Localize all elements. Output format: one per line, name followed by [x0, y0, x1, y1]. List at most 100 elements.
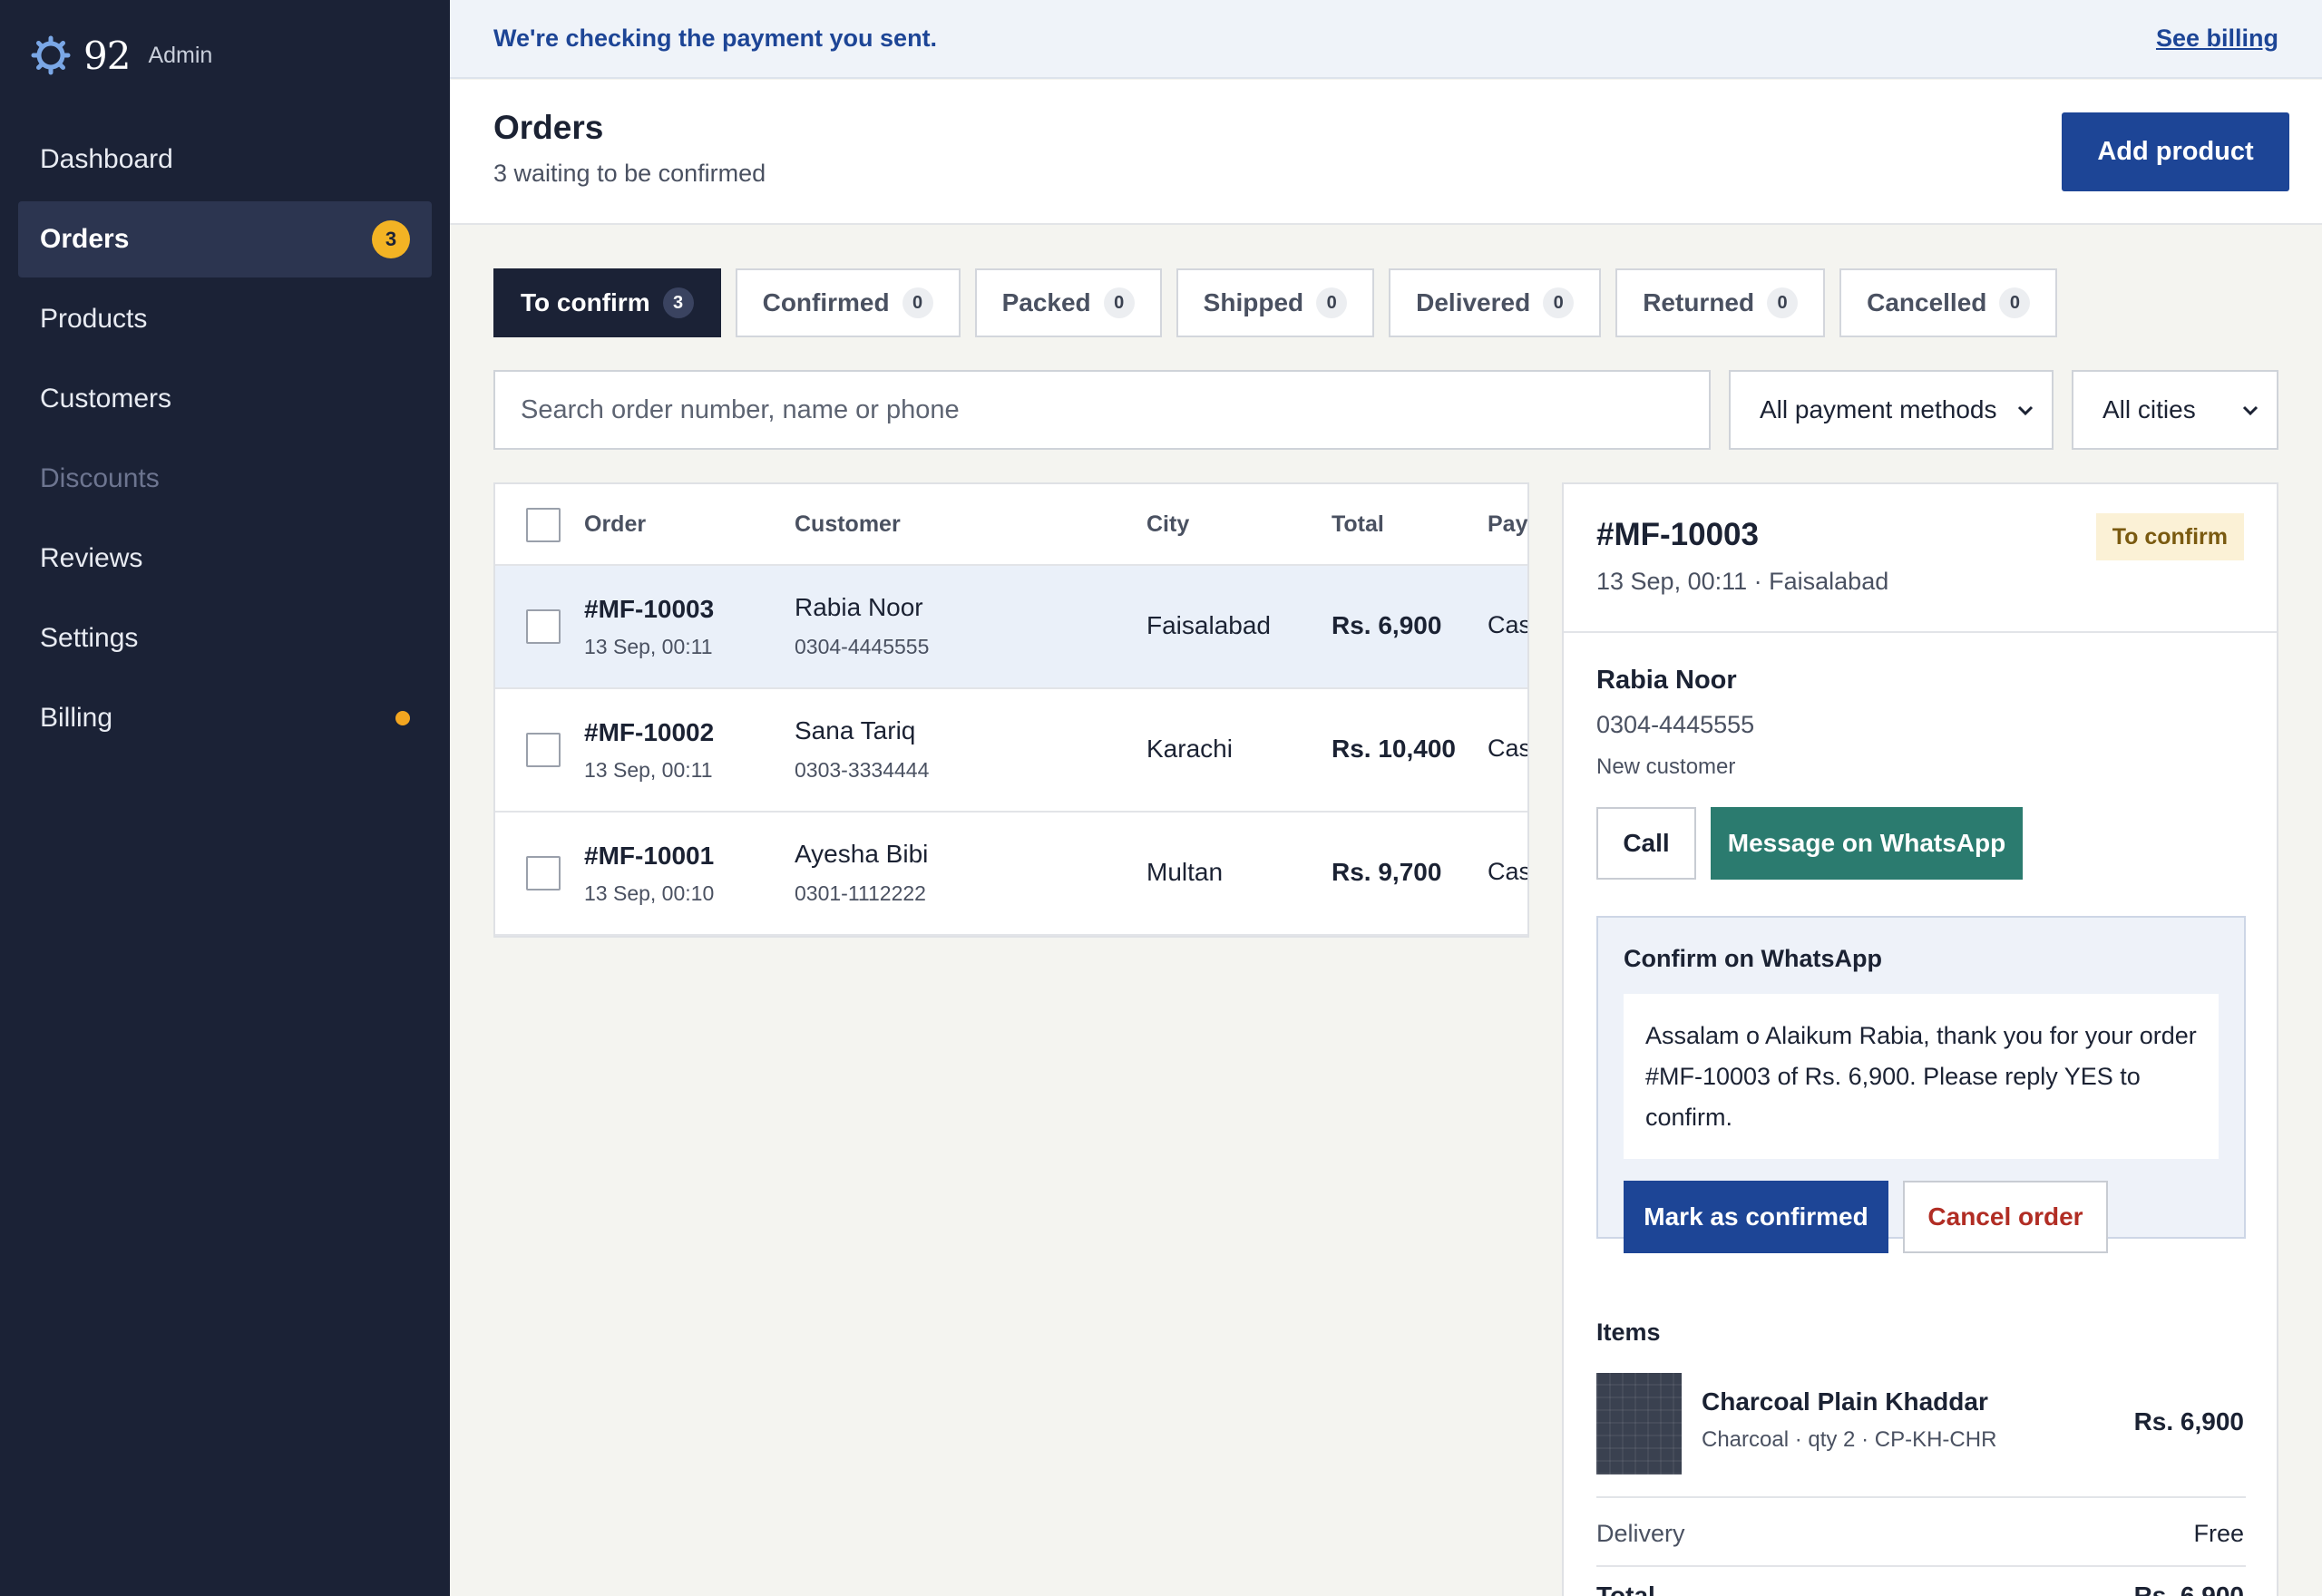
tab-returned[interactable]: Returned 0 — [1615, 268, 1826, 337]
items-title: Items — [1596, 1319, 1661, 1346]
city-select[interactable]: All cities — [2072, 370, 2278, 450]
tab-packed[interactable]: Packed 0 — [974, 268, 1162, 337]
item-price: Rs. 6,900 — [2133, 1407, 2244, 1435]
billing-alert-dot — [395, 711, 410, 725]
tab-count: 0 — [1316, 287, 1348, 318]
detail-order-number: #MF-10003 — [1596, 517, 1759, 552]
column-header-city[interactable]: City — [1146, 511, 1189, 538]
customer-phone: 0304-4445555 — [795, 635, 930, 658]
orders-count-badge: 3 — [372, 220, 410, 258]
orders-table: Order Customer City Total Payment #MF-10… — [493, 482, 1529, 938]
tab-to-confirm[interactable]: To confirm 3 — [493, 268, 721, 337]
tab-cancelled[interactable]: Cancelled 0 — [1839, 268, 2058, 337]
order-city: Multan — [1146, 858, 1224, 886]
tab-label: Cancelled — [1867, 288, 1987, 316]
city-value: All cities — [2102, 395, 2196, 423]
sidebar-item-label: Discounts — [40, 463, 160, 493]
order-date: 13 Sep, 00:10 — [584, 881, 715, 905]
tab-label: Delivered — [1416, 288, 1531, 316]
item-meta: Charcoal · qty 2 · CP-KH-CHR — [1702, 1427, 1997, 1452]
tab-shipped[interactable]: Shipped 0 — [1176, 268, 1375, 337]
sidebar-item-label: Products — [40, 304, 148, 334]
column-header-payment[interactable]: Payment — [1488, 511, 1527, 538]
column-header-customer[interactable]: Customer — [795, 511, 901, 538]
total-label: Total — [1596, 1581, 1655, 1596]
sidebar-nav: Dashboard Orders 3 Products Customers Di… — [18, 122, 432, 760]
row-checkbox[interactable] — [526, 609, 561, 644]
tab-count: 0 — [902, 287, 933, 318]
sidebar-item-reviews[interactable]: Reviews — [18, 521, 432, 597]
sidebar-item-label: Reviews — [40, 543, 143, 573]
sidebar-item-label: Customers — [40, 384, 172, 414]
row-checkbox[interactable] — [526, 733, 561, 767]
order-status-tabs: To confirm 3 Confirmed 0 Packed 0 Shippe… — [493, 268, 2072, 337]
table-row[interactable]: #MF-10003 13 Sep, 00:11 Rabia Noor 0304-… — [495, 566, 1527, 689]
divider — [1596, 1496, 2246, 1498]
banner-text: We're checking the payment you sent. — [493, 24, 938, 52]
payment-method: Cash — [1488, 735, 1527, 762]
divider — [1596, 1565, 2246, 1567]
whatsapp-message-button[interactable]: Message on WhatsApp — [1711, 807, 2023, 880]
whatsapp-confirm-box: Confirm on WhatsApp Assalam o Alaikum Ra… — [1596, 916, 2246, 1253]
sidebar-item-orders[interactable]: Orders 3 — [18, 201, 432, 277]
brand[interactable]: 92 Admin — [31, 33, 212, 78]
order-detail-panel: #MF-10003 13 Sep, 00:11 · Faisalabad To … — [1562, 482, 2278, 1596]
cancel-order-button[interactable]: Cancel order — [1903, 1181, 2108, 1253]
row-checkbox[interactable] — [526, 856, 561, 890]
detail-customer-name: Rabia Noor — [1596, 666, 1737, 695]
whatsapp-message-text[interactable]: Assalam o Alaikum Rabia, thank you for y… — [1624, 994, 2219, 1159]
order-number: #MF-10003 — [584, 595, 715, 623]
order-total: Rs. 6,900 — [1332, 611, 1442, 639]
brand-subtitle: Admin — [148, 42, 213, 68]
payment-method-value: All payment methods — [1760, 395, 1997, 423]
total-value: Rs. 6,900 — [2133, 1581, 2244, 1596]
order-number: #MF-10002 — [584, 718, 715, 746]
tab-confirmed[interactable]: Confirmed 0 — [735, 268, 961, 337]
tab-count: 0 — [1103, 287, 1135, 318]
chevron-down-icon — [2242, 405, 2259, 416]
page-subtitle: 3 waiting to be confirmed — [493, 160, 766, 187]
mark-as-confirmed-button[interactable]: Mark as confirmed — [1624, 1181, 1888, 1253]
table-row[interactable]: #MF-10002 13 Sep, 00:11 Sana Tariq 0303-… — [495, 689, 1527, 813]
sidebar-item-label: Dashboard — [40, 144, 173, 174]
tab-delivered[interactable]: Delivered 0 — [1389, 268, 1602, 337]
order-city: Faisalabad — [1146, 611, 1271, 639]
sidebar-item-discounts: Discounts — [18, 441, 432, 517]
search-input[interactable] — [493, 370, 1711, 450]
item-name: Charcoal Plain Khaddar — [1702, 1387, 1988, 1416]
add-product-button[interactable]: Add product — [2062, 112, 2289, 191]
select-all-checkbox[interactable] — [526, 508, 561, 542]
customer-name: Rabia Noor — [795, 593, 923, 621]
order-total: Rs. 9,700 — [1332, 858, 1442, 886]
detail-customer-phone: 0304-4445555 — [1596, 711, 1755, 738]
sidebar-item-label: Orders — [40, 224, 130, 254]
tab-label: Returned — [1643, 288, 1755, 316]
customer-tag: New customer — [1596, 754, 1736, 779]
see-billing-link[interactable]: See billing — [2156, 24, 2278, 53]
payment-method-select[interactable]: All payment methods — [1729, 370, 2054, 450]
order-total: Rs. 10,400 — [1332, 735, 1456, 763]
sidebar-item-billing[interactable]: Billing — [18, 680, 432, 756]
customer-phone: 0303-3334444 — [795, 758, 930, 782]
tab-count: 0 — [1999, 287, 2031, 318]
status-badge: To confirm — [2095, 513, 2244, 560]
sidebar-item-settings[interactable]: Settings — [18, 600, 432, 676]
call-button[interactable]: Call — [1596, 807, 1696, 880]
detail-header: #MF-10003 13 Sep, 00:11 · Faisalabad To … — [1564, 484, 2277, 633]
table-row[interactable]: #MF-10001 13 Sep, 00:10 Ayesha Bibi 0301… — [495, 813, 1527, 936]
payment-banner: We're checking the payment you sent. See… — [450, 0, 2322, 79]
column-header-order[interactable]: Order — [584, 511, 646, 538]
customer-name: Sana Tariq — [795, 716, 916, 744]
customer-phone: 0301-1112222 — [795, 881, 926, 905]
column-header-total[interactable]: Total — [1332, 511, 1384, 538]
sidebar-item-customers[interactable]: Customers — [18, 361, 432, 437]
sidebar-item-label: Billing — [40, 703, 113, 733]
chevron-down-icon — [2017, 405, 2034, 416]
order-city: Karachi — [1146, 735, 1233, 763]
sidebar-item-products[interactable]: Products — [18, 281, 432, 357]
payment-method: Cash — [1488, 858, 1527, 885]
sidebar-item-dashboard[interactable]: Dashboard — [18, 122, 432, 198]
tab-label: To confirm — [521, 288, 650, 316]
sidebar-item-label: Settings — [40, 623, 139, 653]
tab-label: Shipped — [1203, 288, 1304, 316]
